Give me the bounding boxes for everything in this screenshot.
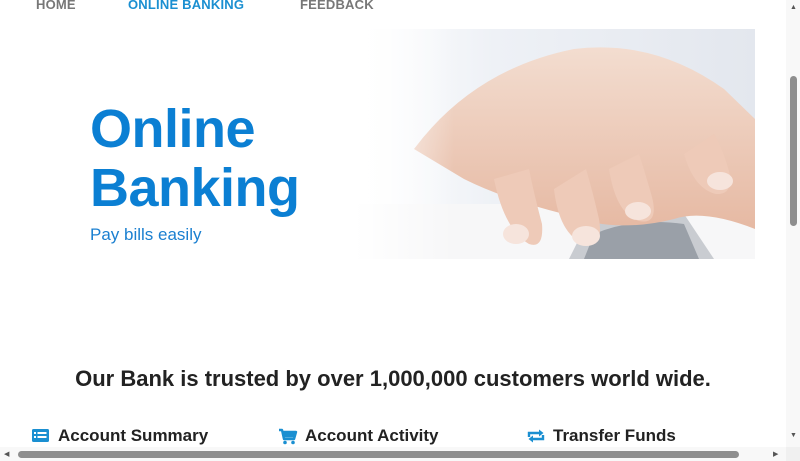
feature-links: Account Summary Account Activity Transfe… bbox=[0, 426, 786, 448]
horizontal-scrollbar[interactable]: ◀ ▶ bbox=[0, 447, 786, 461]
hero-title: Online Banking bbox=[90, 100, 300, 218]
transfer-funds-label: Transfer Funds bbox=[553, 426, 676, 445]
account-summary-link[interactable]: Account Summary bbox=[31, 426, 208, 446]
horizontal-scroll-thumb[interactable] bbox=[18, 451, 739, 458]
hero-hand-mouse-image bbox=[354, 29, 755, 259]
hero-title-line-1: Online bbox=[90, 99, 256, 159]
transfer-arrows-icon bbox=[526, 427, 546, 445]
nav-feedback-link[interactable]: FEEDBACK bbox=[300, 0, 374, 12]
scroll-left-arrow-icon[interactable]: ◀ bbox=[4, 450, 9, 458]
account-activity-link[interactable]: Account Activity bbox=[278, 426, 439, 446]
nav-home-link[interactable]: HOME bbox=[36, 0, 76, 12]
top-navigation: HOME ONLINE BANKING FEEDBACK bbox=[0, 0, 786, 14]
vertical-scrollbar[interactable]: ▲ ▼ bbox=[786, 0, 800, 447]
cart-icon bbox=[278, 427, 298, 445]
hero-title-line-2: Banking bbox=[90, 158, 300, 218]
vertical-scroll-thumb[interactable] bbox=[790, 76, 797, 226]
list-icon bbox=[31, 427, 51, 445]
hero-text-block: Online Banking Pay bills easily bbox=[90, 100, 300, 245]
scroll-down-arrow-icon[interactable]: ▼ bbox=[790, 432, 797, 439]
scroll-up-arrow-icon[interactable]: ▲ bbox=[790, 4, 797, 11]
scroll-right-arrow-icon[interactable]: ▶ bbox=[773, 450, 778, 458]
hero-subtitle: Pay bills easily bbox=[90, 225, 202, 244]
account-activity-label: Account Activity bbox=[305, 426, 439, 445]
trusted-banner: Our Bank is trusted by over 1,000,000 cu… bbox=[75, 366, 711, 391]
scrollbar-corner bbox=[786, 447, 800, 461]
transfer-funds-link[interactable]: Transfer Funds bbox=[526, 426, 676, 446]
nav-online-banking-link[interactable]: ONLINE BANKING bbox=[128, 0, 244, 12]
account-summary-label: Account Summary bbox=[58, 426, 209, 445]
